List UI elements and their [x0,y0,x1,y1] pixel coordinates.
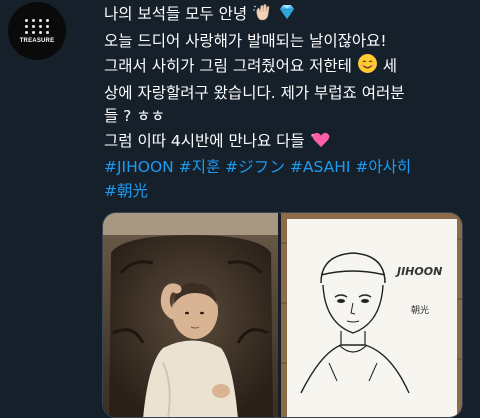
hashtag-asahi[interactable]: #ASAHI [290,158,355,176]
treasure-logo-icon [24,18,50,34]
tweet-line-6: 그럼 이따 4시반에 만나요 다들 [104,129,476,157]
hashtag-row-1: #JIHOON #지훈 #ジフン #ASAHI #아사히 [104,156,476,180]
two-hearts-icon [310,129,332,157]
hashtag-jihoon[interactable]: #JIHOON [104,158,179,176]
tweet-line-1: 나의 보석들 모두 안녕 [104,2,476,30]
hashtag-asahi-ja[interactable]: #朝光 [104,182,148,200]
avatar-brand-text: TREASURE [19,37,55,44]
tweet-text: 나의 보석들 모두 안녕 오늘 드디어 사랑해가 발매되는 날이잖아요! 그래서… [104,2,476,203]
hashtag-jihoon-ja[interactable]: #ジフン [225,158,290,176]
tweet-line-5: 들 ? ㅎㅎ [104,107,165,125]
baby-photo[interactable] [103,213,278,417]
hashtag-asahi-ko[interactable]: #아사히 [355,158,411,176]
drawing-signature: 朝光 [411,304,429,316]
hashtag-jihoon-ko[interactable]: #지훈 [179,158,225,176]
avatar[interactable]: TREASURE [8,2,66,60]
tweet-line-3: 그래서 사히가 그림 그려줬어요 저한테 세 [104,53,476,82]
waving-hand-icon [252,2,272,30]
tweet-line-4: 상에 자랑할려구 왔습니다. 제가 부럽죠 여러분 [104,83,405,102]
gem-icon [277,2,297,30]
tweet-media[interactable]: JIHOON 朝光 [102,212,463,418]
hashtag-row-2: #朝光 [104,180,476,204]
smiling-face-icon [357,53,378,82]
drawing-caption: JIHOON [395,265,442,278]
tweet-line-2: 오늘 드디어 사랑해가 발매되는 날이잖아요! [104,31,387,50]
drawing-photo[interactable]: JIHOON 朝光 [281,213,462,417]
